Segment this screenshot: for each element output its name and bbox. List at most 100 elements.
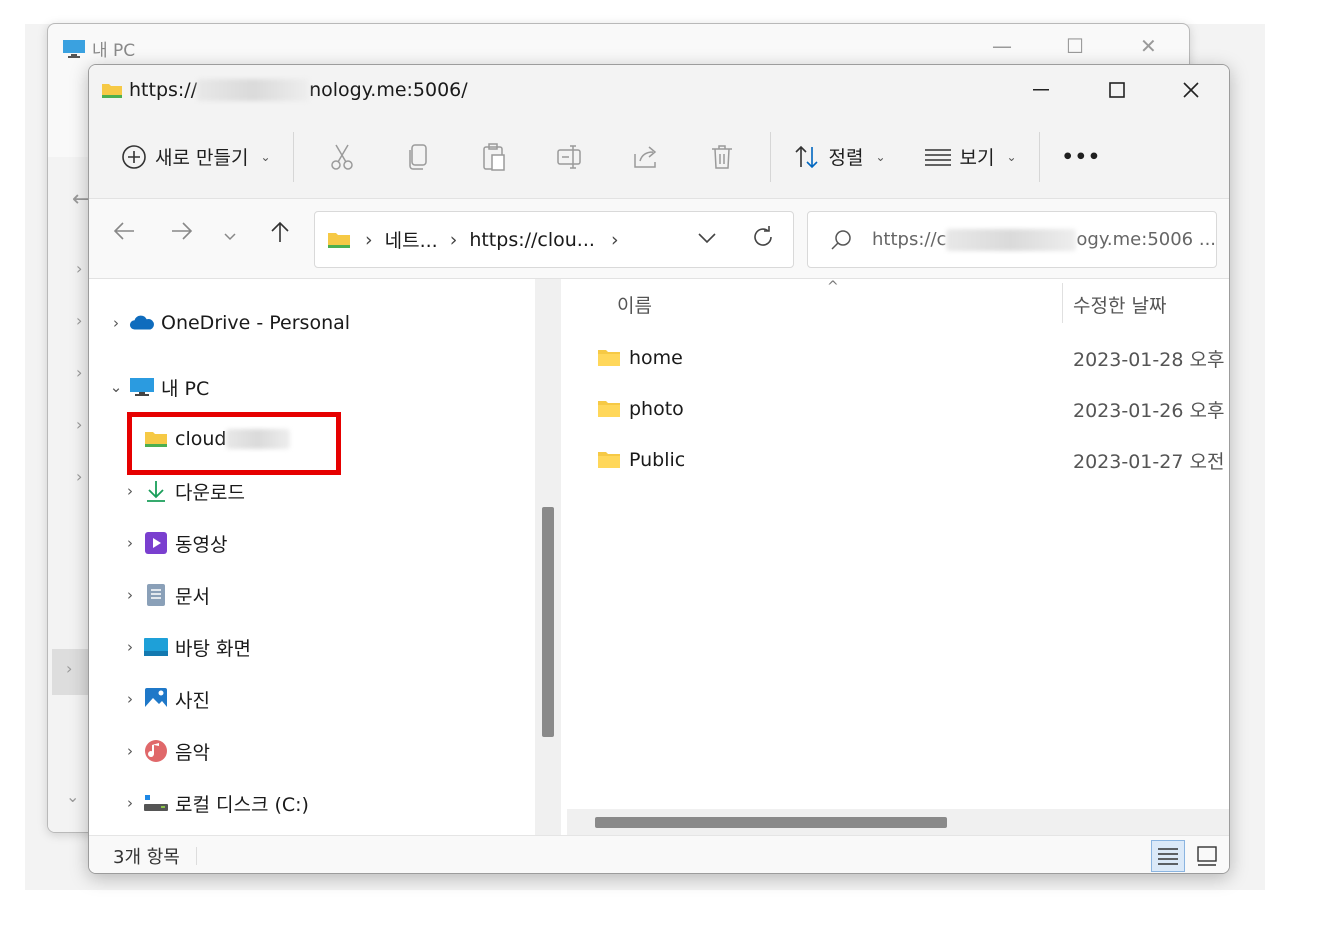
navigation-pane: › OneDrive - Personal ⌄ 내 PC › cloud › 다… xyxy=(89,279,535,835)
background-close-button[interactable]: ✕ xyxy=(1140,34,1157,58)
background-chevron-icon[interactable]: › xyxy=(76,467,82,486)
redacted-text xyxy=(197,79,310,101)
chevron-down-icon: ⌄ xyxy=(1006,149,1017,164)
search-icon xyxy=(831,229,851,250)
file-list: ^ 이름 수정한 날짜 home 2023-01-28 오후 3 photo 2… xyxy=(567,279,1230,835)
search-box[interactable]: https://c ogy.me:5006 ... xyxy=(807,211,1217,268)
sort-button[interactable]: 정렬 ⌄ xyxy=(781,133,898,181)
search-placeholder-suffix: ogy.me:5006 ... xyxy=(1076,229,1217,250)
background-chevron-icon[interactable]: › xyxy=(66,659,72,678)
more-options-icon: ••• xyxy=(1061,145,1102,168)
chevron-right-icon[interactable]: › xyxy=(117,586,143,604)
sidebar-item-this-pc[interactable]: ⌄ 내 PC xyxy=(103,367,210,407)
sidebar-item-local-disk[interactable]: › 로컬 디스크 (C:) xyxy=(117,783,309,823)
share-button[interactable] xyxy=(618,133,674,181)
file-row[interactable]: home 2023-01-28 오후 3 xyxy=(597,338,1230,378)
background-maximize-button[interactable]: ☐ xyxy=(1066,34,1084,58)
minimize-button[interactable] xyxy=(1011,65,1071,115)
up-button[interactable] xyxy=(269,221,291,249)
folder-icon xyxy=(598,401,620,417)
sidebar-item-label: 내 PC xyxy=(161,377,210,400)
video-icon xyxy=(143,530,169,556)
back-button[interactable] xyxy=(113,221,135,247)
document-icon xyxy=(143,582,169,608)
chevron-right-icon[interactable]: › xyxy=(117,690,143,708)
search-placeholder-prefix: https://c xyxy=(872,229,947,250)
title-bar[interactable]: https:// nology.me:5006/ xyxy=(89,65,1229,115)
minimize-icon xyxy=(1033,89,1049,91)
chevron-right-icon[interactable]: › xyxy=(103,314,129,332)
background-chevron-down-icon[interactable]: ⌄ xyxy=(66,787,79,806)
folder-network-icon xyxy=(102,84,122,98)
breadcrumb-item[interactable]: 네트... xyxy=(385,226,438,253)
sidebar-item-onedrive[interactable]: › OneDrive - Personal xyxy=(103,303,350,343)
rename-button[interactable] xyxy=(542,133,598,181)
details-view-icon xyxy=(1158,848,1178,865)
navigation-pane-scrollbar[interactable] xyxy=(535,279,561,835)
file-modified-date: 2023-01-28 오후 3 xyxy=(1073,348,1230,371)
breadcrumb-separator-icon: › xyxy=(449,228,458,251)
address-bar[interactable]: › 네트... › https://clou... › xyxy=(314,211,794,268)
chevron-right-icon[interactable]: › xyxy=(117,794,143,812)
recent-locations-button[interactable] xyxy=(223,223,237,248)
details-view-button[interactable] xyxy=(1151,840,1185,872)
close-button[interactable] xyxy=(1161,65,1221,115)
window-title-suffix: nology.me:5006/ xyxy=(309,79,468,101)
chevron-down-icon xyxy=(698,233,716,244)
chevron-right-icon[interactable]: › xyxy=(117,638,143,656)
scrollbar-thumb[interactable] xyxy=(542,507,554,737)
background-minimize-button[interactable]: — xyxy=(992,34,1012,58)
column-header-name[interactable]: 이름 xyxy=(617,291,652,318)
copy-button[interactable] xyxy=(390,133,446,181)
chevron-right-icon[interactable]: › xyxy=(117,742,143,760)
chevron-right-icon[interactable]: › xyxy=(117,534,143,552)
background-chevron-icon[interactable]: › xyxy=(76,311,82,330)
address-dropdown-button[interactable] xyxy=(697,228,717,250)
share-icon xyxy=(633,145,656,168)
desktop-icon xyxy=(143,634,169,660)
redacted-text xyxy=(946,228,1077,251)
onedrive-icon xyxy=(129,310,155,336)
sidebar-item-desktop[interactable]: › 바탕 화면 xyxy=(117,627,251,667)
close-icon xyxy=(1183,82,1199,98)
delete-button[interactable] xyxy=(694,133,750,181)
sidebar-item-label: OneDrive - Personal xyxy=(161,312,351,334)
background-chevron-icon[interactable]: › xyxy=(76,363,82,382)
sidebar-item-videos[interactable]: › 동영상 xyxy=(117,523,227,563)
sort-icon xyxy=(794,145,818,168)
file-row[interactable]: photo 2023-01-26 오후 8 xyxy=(597,389,1229,429)
cut-button[interactable] xyxy=(314,133,370,181)
file-modified-date: 2023-01-27 오전 1 xyxy=(1073,450,1230,473)
navigation-bar: › 네트... › https://clou... › https://c og… xyxy=(89,199,1229,279)
file-row[interactable]: Public 2023-01-27 오전 1 xyxy=(597,440,1230,480)
scrollbar-thumb[interactable] xyxy=(595,817,947,828)
maximize-button[interactable] xyxy=(1087,65,1147,115)
sidebar-item-downloads[interactable]: › 다운로드 xyxy=(117,471,245,511)
new-button[interactable]: 새로 만들기 ⌄ xyxy=(109,133,283,181)
paste-button[interactable] xyxy=(466,133,522,181)
sidebar-item-documents[interactable]: › 문서 xyxy=(117,575,210,615)
chevron-down-icon xyxy=(224,233,236,241)
sidebar-item-pictures[interactable]: › 사진 xyxy=(117,679,210,719)
forward-button[interactable] xyxy=(171,221,193,247)
sidebar-item-label: 다운로드 xyxy=(175,481,245,504)
column-header-modified[interactable]: 수정한 날짜 xyxy=(1073,291,1166,318)
file-list-horizontal-scrollbar[interactable] xyxy=(567,809,1229,835)
background-chevron-icon[interactable]: › xyxy=(76,259,82,278)
folder-icon xyxy=(598,350,620,366)
large-icons-view-button[interactable] xyxy=(1191,840,1223,872)
view-button[interactable]: 보기 ⌄ xyxy=(912,133,1029,181)
paste-icon xyxy=(482,142,505,171)
column-divider[interactable] xyxy=(1062,283,1063,323)
breadcrumb-item[interactable]: https://clou... xyxy=(469,229,595,251)
background-window-title-text: 내 PC xyxy=(92,41,136,61)
chevron-down-icon[interactable]: ⌄ xyxy=(103,378,129,396)
more-options-button[interactable]: ••• xyxy=(1050,133,1113,181)
window-title: https:// nology.me:5006/ xyxy=(129,79,468,101)
refresh-button[interactable] xyxy=(751,225,775,254)
background-chevron-icon[interactable]: › xyxy=(76,415,82,434)
chevron-right-icon[interactable]: › xyxy=(117,482,143,500)
folder-network-icon xyxy=(328,232,350,248)
sidebar-item-music[interactable]: › 음악 xyxy=(117,731,210,771)
pc-icon xyxy=(63,39,85,58)
